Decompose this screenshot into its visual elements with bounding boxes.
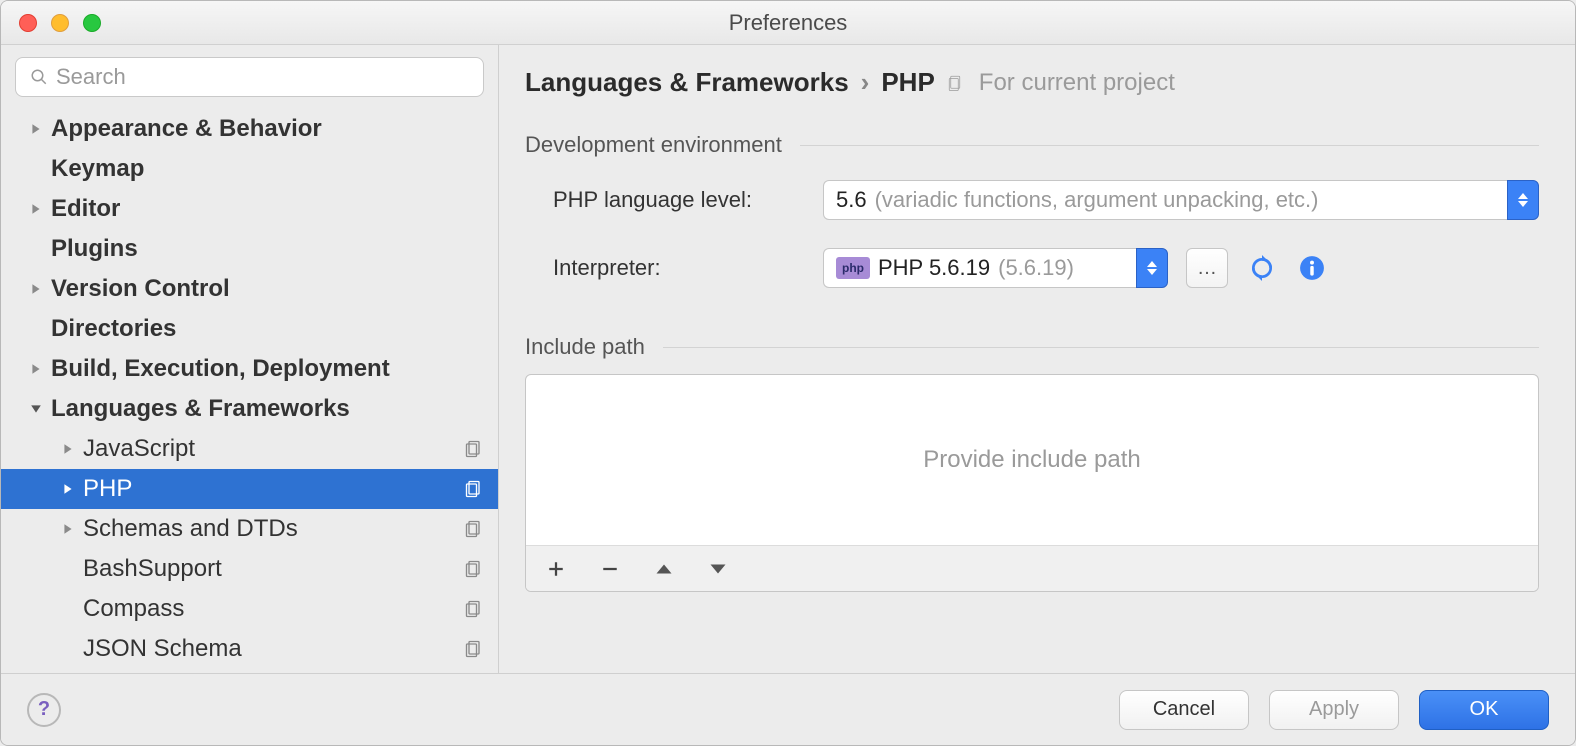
apply-button[interactable]: Apply	[1269, 690, 1399, 730]
sidebar-item-label: Version Control	[51, 275, 484, 303]
preferences-window: Preferences Search Appearance & Behavior…	[0, 0, 1576, 746]
project-scope-icon	[464, 479, 484, 499]
sidebar-item-appearance-behavior[interactable]: Appearance & Behavior	[1, 109, 498, 149]
sidebar-item-label: BashSupport	[83, 555, 464, 583]
search-placeholder: Search	[56, 64, 126, 90]
reload-interpreter-button[interactable]	[1246, 252, 1278, 284]
disclosure-arrow-icon	[27, 123, 45, 135]
triangle-down-icon	[709, 562, 727, 576]
move-down-button[interactable]	[708, 559, 728, 579]
sidebar-item-json-schema[interactable]: JSON Schema	[1, 629, 498, 669]
sidebar-item-label: Appearance & Behavior	[51, 115, 484, 143]
interpreter-info-button[interactable]	[1296, 252, 1328, 284]
interpreter-label: Interpreter:	[553, 255, 823, 281]
disclosure-arrow-icon	[27, 203, 45, 215]
disclosure-arrow-icon	[27, 363, 45, 375]
sidebar-item-keymap[interactable]: Keymap	[1, 149, 498, 189]
interpreter-browse-button[interactable]: …	[1186, 248, 1228, 288]
add-include-path-button[interactable]	[546, 559, 566, 579]
move-up-button[interactable]	[654, 559, 674, 579]
project-scope-icon	[464, 559, 484, 579]
php-language-level-label: PHP language level:	[553, 187, 823, 213]
breadcrumb-separator: ›	[861, 67, 870, 98]
search-icon	[30, 68, 48, 86]
disclosure-arrow-icon	[59, 443, 77, 455]
dialog-footer: ? Cancel Apply OK	[1, 673, 1575, 745]
dev-env-section-title: Development environment	[525, 132, 1539, 158]
window-title: Preferences	[1, 10, 1575, 36]
project-scope-icon	[464, 439, 484, 459]
preferences-tree: Appearance & Behavior Keymap Editor Plugins…	[1, 109, 498, 673]
plus-icon	[547, 560, 565, 578]
help-button[interactable]: ?	[27, 693, 61, 727]
dropdown-stepper-icon	[1507, 180, 1539, 220]
titlebar: Preferences	[1, 1, 1575, 45]
include-path-toolbar	[526, 545, 1538, 591]
project-scope-icon	[464, 599, 484, 619]
sidebar-item-label: Keymap	[51, 155, 484, 183]
sidebar-item-javascript[interactable]: JavaScript	[1, 429, 498, 469]
include-path-list[interactable]: Provide include path	[526, 375, 1538, 545]
minus-icon	[601, 560, 619, 578]
sidebar-item-label: Editor	[51, 195, 484, 223]
scope-hint: For current project	[947, 69, 1175, 97]
include-path-placeholder: Provide include path	[923, 446, 1140, 474]
project-scope-icon	[947, 74, 965, 92]
sidebar-item-version-control[interactable]: Version Control	[1, 269, 498, 309]
content-pane: Languages & Frameworks › PHP For current…	[499, 45, 1575, 673]
question-icon: ?	[38, 698, 50, 721]
interpreter-name: PHP 5.6.19	[878, 255, 990, 281]
ellipsis-icon: …	[1197, 257, 1217, 280]
sidebar-item-bashsupport[interactable]: BashSupport	[1, 549, 498, 589]
php-language-level-select[interactable]: 5.6 (variadic functions, argument unpack…	[823, 180, 1539, 220]
cancel-button[interactable]: Cancel	[1119, 690, 1249, 730]
sidebar-item-label: Compass	[83, 595, 464, 623]
breadcrumb: Languages & Frameworks › PHP For current…	[525, 67, 1539, 98]
sidebar-item-label: Languages & Frameworks	[51, 395, 484, 423]
sidebar-item-plugins[interactable]: Plugins	[1, 229, 498, 269]
interpreter-version: (5.6.19)	[998, 255, 1074, 281]
remove-include-path-button[interactable]	[600, 559, 620, 579]
php-icon: php	[836, 257, 870, 279]
breadcrumb-parent: Languages & Frameworks	[525, 67, 849, 98]
include-path-section-title: Include path	[525, 334, 1539, 360]
sidebar-item-languages-frameworks[interactable]: Languages & Frameworks	[1, 389, 498, 429]
sidebar-item-label: Plugins	[51, 235, 484, 263]
disclosure-arrow-icon	[27, 403, 45, 415]
sidebar-item-directories[interactable]: Directories	[1, 309, 498, 349]
ok-button[interactable]: OK	[1419, 690, 1549, 730]
sidebar-item-label: Directories	[51, 315, 484, 343]
sidebar-item-php[interactable]: PHP	[1, 469, 498, 509]
php-language-level-desc: (variadic functions, argument unpacking,…	[875, 187, 1319, 213]
info-icon	[1299, 255, 1325, 281]
sidebar-item-compass[interactable]: Compass	[1, 589, 498, 629]
disclosure-arrow-icon	[27, 283, 45, 295]
triangle-up-icon	[655, 562, 673, 576]
sidebar: Search Appearance & Behavior Keymap Editor…	[1, 45, 499, 673]
sidebar-item-schemas-and-dtds[interactable]: Schemas and DTDs	[1, 509, 498, 549]
project-scope-icon	[464, 519, 484, 539]
sidebar-item-label: JSON Schema	[83, 635, 464, 663]
search-input[interactable]: Search	[15, 57, 484, 97]
sidebar-item-label: Schemas and DTDs	[83, 515, 464, 543]
project-scope-icon	[464, 639, 484, 659]
sidebar-item-editor[interactable]: Editor	[1, 189, 498, 229]
sidebar-item-label: JavaScript	[83, 435, 464, 463]
disclosure-arrow-icon	[59, 523, 77, 535]
refresh-icon	[1249, 255, 1275, 281]
sidebar-item-label: Build, Execution, Deployment	[51, 355, 484, 383]
php-language-level-value: 5.6	[836, 187, 867, 213]
sidebar-item-build-execution-deployment[interactable]: Build, Execution, Deployment	[1, 349, 498, 389]
sidebar-item-label: PHP	[83, 475, 464, 503]
include-path-box: Provide include path	[525, 374, 1539, 592]
dropdown-stepper-icon	[1136, 248, 1168, 288]
disclosure-arrow-icon	[59, 483, 77, 495]
interpreter-select[interactable]: php PHP 5.6.19 (5.6.19)	[823, 248, 1168, 288]
breadcrumb-current: PHP	[881, 67, 934, 98]
